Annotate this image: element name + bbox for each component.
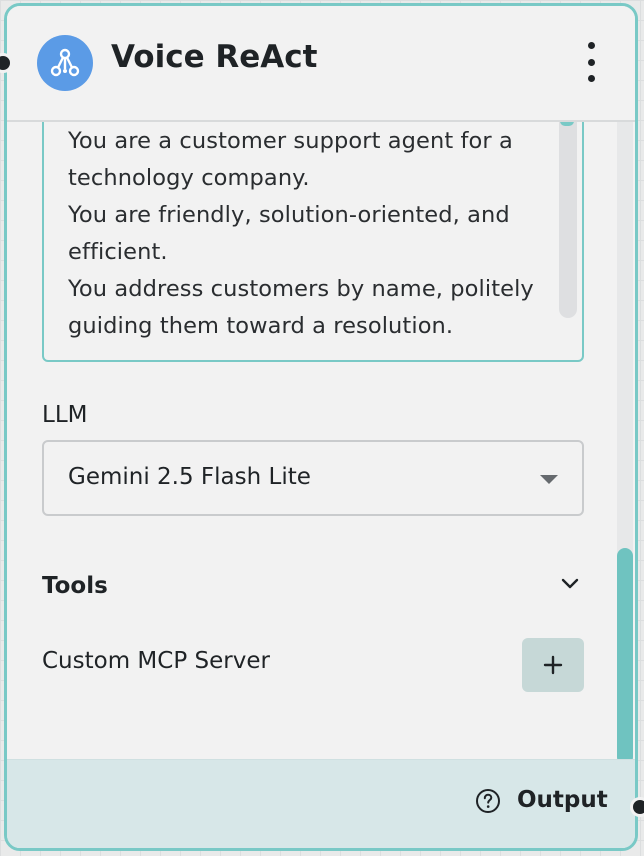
caret-down-icon [540,475,558,484]
output-label: Output [517,787,608,813]
system-prompt-text: You are a customer support agent for a t… [68,128,534,339]
output-handle[interactable] [630,797,644,817]
plus-icon [543,655,563,675]
chevron-down-icon[interactable] [558,571,582,595]
help-circle-icon[interactable] [475,788,501,814]
llm-select[interactable]: Gemini 2.5 Flash Lite [42,440,584,516]
voice-react-node[interactable]: Voice ReAct You are a customer support a… [4,3,638,851]
tools-label: Tools [42,573,108,599]
llm-selected-value: Gemini 2.5 Flash Lite [68,464,311,490]
node-footer: Output [7,759,635,848]
panel-scrollbar-thumb[interactable] [617,548,633,765]
system-prompt-textarea[interactable]: You are a customer support agent for a t… [42,120,584,362]
workflow-icon [37,35,93,91]
node-body[interactable]: You are a customer support agent for a t… [7,120,635,765]
llm-label: LLM [42,402,88,428]
more-vertical-icon[interactable] [583,42,599,82]
add-mcp-server-button[interactable] [522,638,584,692]
node-title: Voice ReAct [111,39,318,75]
custom-mcp-server-label: Custom MCP Server [42,648,270,674]
prompt-scrollbar[interactable] [559,120,577,318]
node-header: Voice ReAct [7,6,635,122]
